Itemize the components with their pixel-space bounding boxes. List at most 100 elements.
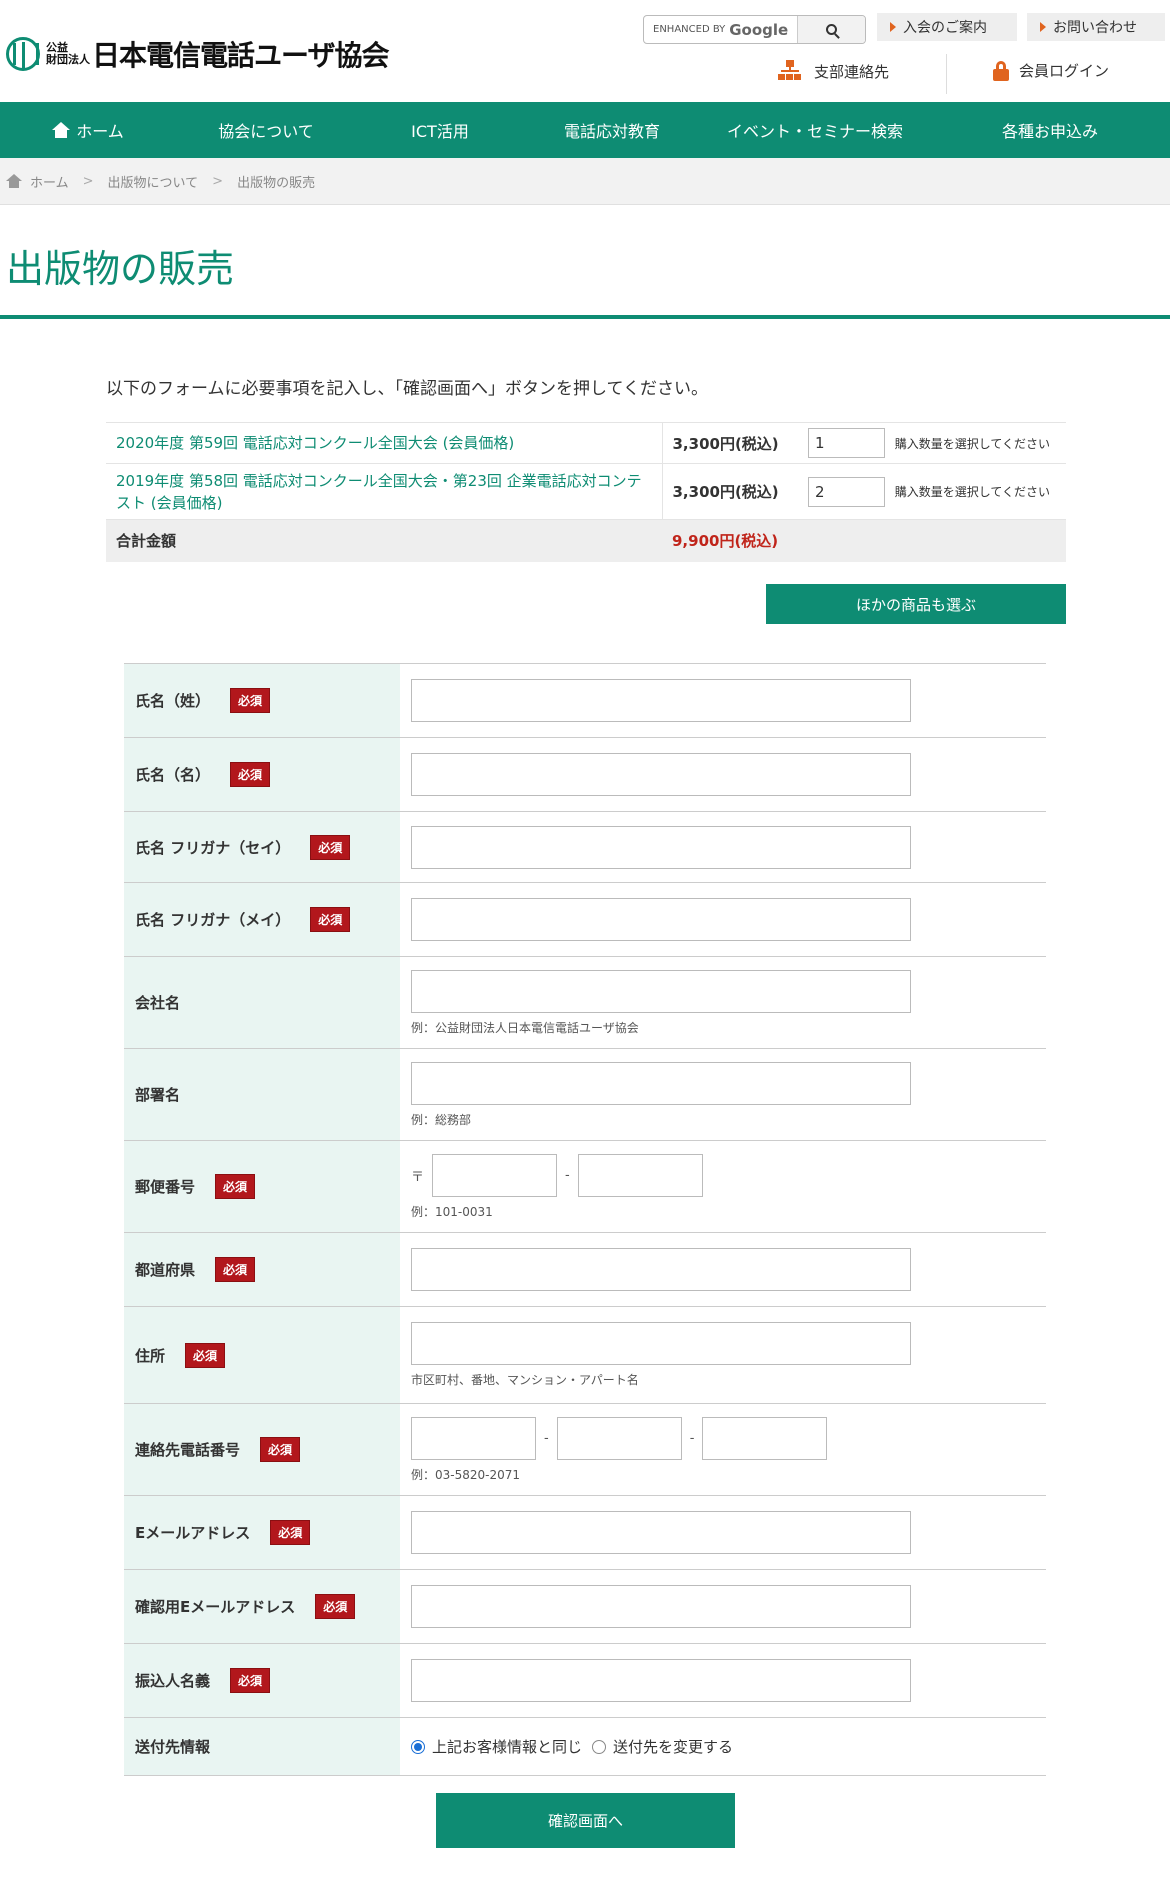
- zip-first-input[interactable]: [432, 1153, 558, 1197]
- field-label-text: Eメールアドレス: [135, 1524, 251, 1542]
- member-login-link[interactable]: 会員ログイン: [993, 60, 1109, 81]
- cart-item-name[interactable]: 2020年度 第59回 電話応対コンクール全国大会 (会員価格): [106, 422, 663, 464]
- util-divider: [946, 54, 947, 94]
- tel-group: - -: [411, 1416, 1046, 1460]
- required-badge: 必須: [230, 1668, 271, 1693]
- zip-second-input[interactable]: [577, 1153, 703, 1197]
- field-cell: [400, 883, 1046, 956]
- field-label-text: 連絡先電話番号: [135, 1441, 241, 1459]
- field-label: 都道府県 必須: [124, 1233, 400, 1306]
- breadcrumb: ホーム > 出版物について > 出版物の販売: [0, 158, 1170, 205]
- site-logo[interactable]: 公益 財団法人 日本電信電話ユーザ協会: [6, 34, 389, 74]
- form-row-department: 部署名 例：総務部: [124, 1049, 1046, 1141]
- contact-link[interactable]: お問い合わせ: [1027, 13, 1165, 41]
- field-cell: [400, 1570, 1046, 1643]
- payer-name-input[interactable]: [411, 1659, 911, 1702]
- field-label: 会社名: [124, 957, 400, 1048]
- confirm-button[interactable]: 確認画面へ: [436, 1793, 735, 1848]
- field-cell: 市区町村、番地、マンション・アパート名: [400, 1307, 1046, 1403]
- search-button[interactable]: [797, 16, 865, 43]
- field-cell: [400, 812, 1046, 882]
- last-name-input[interactable]: [411, 679, 911, 722]
- field-cell: 例：総務部: [400, 1049, 1046, 1140]
- field-label: Eメールアドレス 必須: [124, 1496, 400, 1569]
- quantity-note: 購入数量を選択してください: [894, 485, 1051, 499]
- shipping-same-label: 上記お客様情報と同じ: [432, 1738, 583, 1756]
- tel-prefix-input[interactable]: [556, 1416, 682, 1460]
- home-icon: [6, 174, 22, 188]
- branch-contacts-link[interactable]: 支部連絡先: [778, 60, 889, 82]
- choose-other-products-button[interactable]: ほかの商品も選ぶ: [766, 584, 1066, 624]
- address-input[interactable]: [411, 1322, 911, 1365]
- form-row-first-kana: 氏名 フリガナ（メイ） 必須: [124, 883, 1046, 957]
- order-form: 氏名（姓） 必須 氏名（名） 必須 氏名 フリガナ（セイ） 必須 氏名 フリガナ（メイ…: [124, 663, 1046, 1776]
- field-hint: 例：総務部: [411, 1112, 472, 1127]
- cart-table: 2020年度 第59回 電話応対コンクール全国大会 (会員価格) 3,300円(…: [106, 422, 1066, 562]
- form-row-shipping: 送付先情報 上記お客様情報と同じ 送付先を変更する: [124, 1718, 1046, 1776]
- department-input[interactable]: [411, 1061, 911, 1105]
- first-name-input[interactable]: [411, 753, 911, 796]
- form-row-address: 住所 必須 市区町村、番地、マンション・アパート名: [124, 1307, 1046, 1404]
- tel-dash: -: [689, 1430, 695, 1446]
- field-label: 氏名（姓） 必須: [124, 664, 400, 737]
- breadcrumb-publications[interactable]: 出版物について: [108, 172, 199, 191]
- lock-icon: [993, 60, 1009, 81]
- nav-item-about[interactable]: 協会について: [176, 102, 356, 158]
- nav-item-label: ICT活用: [411, 122, 469, 141]
- cart-item-name[interactable]: 2019年度 第58回 電話応対コンクール全国大会・第23回 企業電話応対コンテ…: [106, 463, 663, 520]
- total-empty-cell: [808, 519, 1066, 562]
- form-row-tel: 連絡先電話番号 必須 - - 例：03-5820-2071: [124, 1404, 1046, 1496]
- quantity-input[interactable]: 1: [808, 428, 885, 458]
- cart-row: 2019年度 第58回 電話応対コンクール全国大会・第23回 企業電話応対コンテ…: [106, 463, 1066, 520]
- join-link[interactable]: 入会のご案内: [877, 13, 1017, 41]
- cart-item-price: 3,300円(税込): [662, 463, 808, 520]
- shipping-change-radio[interactable]: 送付先を変更する: [592, 1736, 733, 1757]
- field-label-text: 会社名: [135, 994, 181, 1012]
- required-badge: 必須: [230, 762, 271, 787]
- nav-item-label: 協会について: [218, 122, 314, 141]
- field-cell: - - 例：03-5820-2071: [400, 1404, 1046, 1495]
- zip-dash: -: [565, 1167, 570, 1183]
- nav-item-ict[interactable]: ICT活用: [356, 102, 524, 158]
- prefecture-input[interactable]: [411, 1248, 911, 1291]
- intro-text: 以下のフォームに必要事項を記入し、「確認画面へ」ボタンを押してください。: [106, 379, 708, 399]
- arrow-right-icon: [1040, 22, 1046, 32]
- breadcrumb-current: 出版物の販売: [237, 175, 316, 191]
- nav-item-applications[interactable]: 各種お申込み: [930, 102, 1170, 158]
- form-row-email-confirm: 確認用Eメールアドレス 必須: [124, 1570, 1046, 1644]
- arrow-right-icon: [890, 22, 896, 32]
- search-icon: [826, 24, 837, 35]
- field-hint: 市区町村、番地、マンション・アパート名: [411, 1373, 639, 1387]
- field-label: 確認用Eメールアドレス 必須: [124, 1570, 400, 1643]
- email-input[interactable]: [411, 1511, 911, 1554]
- nav-item-home[interactable]: ホーム: [0, 102, 176, 158]
- search-input[interactable]: ENHANCED BY Google: [644, 16, 797, 43]
- field-cell: 〒 - 例：101-0031: [400, 1141, 1046, 1232]
- email-confirm-input[interactable]: [411, 1585, 911, 1628]
- breadcrumb-home[interactable]: ホーム: [30, 172, 69, 191]
- field-label-text: 氏名 フリガナ（メイ）: [135, 911, 291, 929]
- first-kana-input[interactable]: [411, 898, 911, 941]
- field-label-text: 氏名 フリガナ（セイ）: [135, 838, 291, 857]
- company-input[interactable]: [411, 969, 911, 1013]
- required-badge: 必須: [315, 1594, 356, 1619]
- field-label: 部署名: [124, 1049, 400, 1140]
- site-search[interactable]: ENHANCED BY Google: [643, 15, 866, 44]
- field-cell: [400, 1496, 1046, 1569]
- last-kana-input[interactable]: [411, 825, 911, 869]
- cart-item-qty-cell: 2 購入数量を選択してください: [808, 463, 1066, 520]
- nav-item-phone-education[interactable]: 電話応対教育: [524, 102, 700, 158]
- quantity-note: 購入数量を選択してください: [894, 436, 1051, 451]
- quantity-input[interactable]: 2: [808, 476, 885, 507]
- field-cell: [400, 1644, 1046, 1717]
- nav-item-event-search[interactable]: イベント・セミナー検索: [700, 102, 930, 158]
- form-row-last-name: 氏名（姓） 必須: [124, 664, 1046, 738]
- field-hint: 例：03-5820-2071: [411, 1467, 521, 1482]
- form-row-prefecture: 都道府県 必須: [124, 1233, 1046, 1307]
- shipping-same-radio[interactable]: 上記お客様情報と同じ: [411, 1736, 582, 1757]
- required-badge: 必須: [185, 1342, 226, 1368]
- site-header: 公益 財団法人 日本電信電話ユーザ協会 ENHANCED BY Google 入…: [0, 0, 1170, 102]
- tel-line-input[interactable]: [702, 1416, 828, 1460]
- tel-area-input[interactable]: [411, 1416, 536, 1460]
- total-label: 合計金額: [106, 519, 662, 562]
